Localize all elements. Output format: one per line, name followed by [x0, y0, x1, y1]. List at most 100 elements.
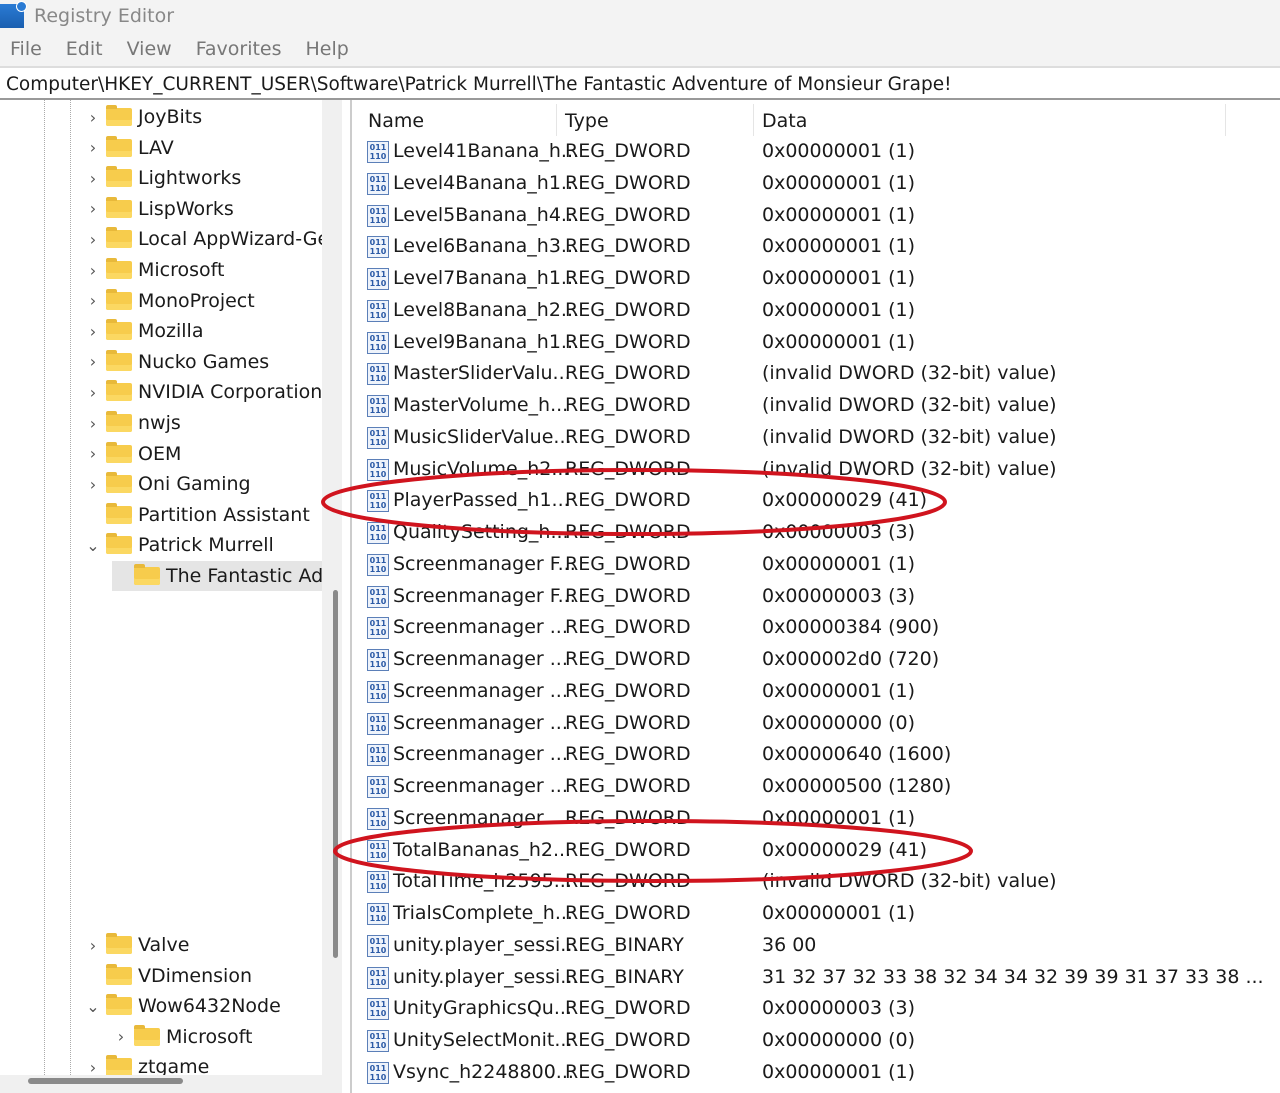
value-name: Level41Banana_h...	[393, 140, 580, 162]
column-header-name[interactable]: Name	[360, 104, 557, 136]
value-name: unity.player_sessi...	[393, 965, 579, 988]
value-row[interactable]: 011 110 Screenmanager F... REG_DWORD 0x00000…	[360, 582, 1280, 613]
value-row[interactable]: 011 110 Level7Banana_h1... REG_DWORD 0x00000…	[360, 264, 1280, 295]
chevron-right-icon[interactable]: ›	[84, 261, 102, 280]
value-row[interactable]: 011 110 TrialsComplete_h... REG_DWORD 0x0000…	[360, 899, 1280, 930]
tree-vertical-scrollbar[interactable]	[333, 590, 338, 958]
value-row[interactable]: 011 110 MasterSliderValu... REG_DWORD (inval…	[360, 359, 1280, 390]
folder-icon	[134, 564, 160, 585]
menu-help[interactable]: Help	[306, 38, 349, 60]
menu-favorites[interactable]: Favorites	[196, 38, 282, 60]
value-row[interactable]: 011 110 Screenmanager F... REG_DWORD 0x00000…	[360, 550, 1280, 581]
tree-item[interactable]: › Valve	[84, 930, 189, 960]
tree-item[interactable]: ⌄ Wow6432Node	[84, 991, 281, 1021]
value-row[interactable]: 011 110 TotalTime_h2595... REG_DWORD (invali…	[360, 867, 1280, 898]
folder-icon	[106, 441, 132, 463]
tree-item[interactable]: › NVIDIA Corporation	[84, 377, 322, 407]
value-row[interactable]: 011 110 Level41Banana_h... REG_DWORD 0x00000…	[360, 137, 1280, 168]
value-row[interactable]: 011 110 TotalBananas_h2... REG_DWORD 0x00000…	[360, 836, 1280, 867]
value-row[interactable]: 011 110 UnitySelectMonit... REG_DWORD 0x0000…	[360, 1026, 1280, 1057]
chevron-right-icon[interactable]: ›	[84, 352, 102, 371]
value-row[interactable]: 011 110 unity.player_sessi... REG_BINARY 31 …	[360, 963, 1280, 994]
value-data: 0x00000384 (900)	[762, 616, 940, 639]
menu-view[interactable]: View	[127, 38, 172, 60]
value-name: TrialsComplete_h...	[393, 902, 573, 924]
value-row[interactable]: 011 110 Screenmanager ... REG_DWORD 0x000000…	[360, 804, 1280, 835]
tree-item[interactable]: › LispWorks	[84, 194, 234, 224]
value-type: REG_DWORD	[565, 298, 691, 321]
tree-item[interactable]: › MonoProject	[84, 286, 255, 316]
chevron-right-icon[interactable]: ›	[84, 414, 102, 433]
binary-value-icon: 011 110	[367, 903, 389, 925]
value-data: 0x00000000 (0)	[762, 1029, 915, 1051]
tree-item[interactable]: › Microsoft	[112, 1022, 252, 1052]
value-row[interactable]: 011 110 UnityGraphicsQu... REG_DWORD 0x00000…	[360, 994, 1280, 1025]
value-row[interactable]: 011 110 Level5Banana_h4... REG_DWORD 0x00000…	[360, 201, 1280, 232]
chevron-right-icon[interactable]: ›	[84, 1058, 102, 1075]
chevron-right-icon[interactable]: ›	[84, 199, 102, 218]
chevron-right-icon[interactable]: ›	[84, 291, 102, 310]
chevron-down-icon[interactable]: ⌄	[84, 997, 102, 1016]
value-row[interactable]: 011 110 MusicVolume_h2... REG_DWORD (invalid…	[360, 455, 1280, 486]
tree-item[interactable]: VDimension	[84, 961, 252, 991]
column-header-data[interactable]: Data	[754, 104, 1226, 136]
tree-item[interactable]: › LAV	[84, 133, 174, 163]
binary-value-icon: 011 110	[367, 299, 389, 322]
chevron-right-icon[interactable]: ›	[84, 322, 102, 341]
tree-item[interactable]: › nwjs	[84, 408, 181, 438]
chevron-right-icon[interactable]: ›	[84, 169, 102, 188]
tree-item[interactable]: › Local AppWizard-Generated Applications	[84, 224, 322, 254]
value-row[interactable]: 011 110 Screenmanager ... REG_DWORD 0x000006…	[360, 740, 1280, 771]
chevron-right-icon[interactable]: ›	[84, 936, 102, 955]
chevron-down-icon[interactable]: ⌄	[84, 536, 102, 555]
tree-item[interactable]: The Fantastic Adventure of Monsieur Grap…	[112, 561, 322, 591]
chevron-right-icon[interactable]: ›	[84, 230, 102, 249]
value-row[interactable]: 011 110 Level8Banana_h2... REG_DWORD 0x00000…	[360, 296, 1280, 327]
address-bar[interactable]: Computer\HKEY_CURRENT_USER\Software\Patr…	[0, 66, 1280, 100]
value-row[interactable]: 011 110 QualitySetting_h... REG_DWORD 0x0000…	[360, 518, 1280, 549]
value-name: Vsync_h2248800...	[393, 1060, 574, 1083]
value-row[interactable]: 011 110 unity.player_sessi... REG_BINARY 36 …	[360, 931, 1280, 962]
menu-edit[interactable]: Edit	[66, 38, 103, 60]
value-row[interactable]: 011 110 Screenmanager ... REG_DWORD 0x000002…	[360, 645, 1280, 676]
tree-item[interactable]: Partition Assistant	[84, 500, 310, 530]
value-row[interactable]: 011 110 Level4Banana_h1... REG_DWORD 0x00000…	[360, 169, 1280, 200]
column-header-type[interactable]: Type	[557, 104, 754, 136]
value-type: REG_DWORD	[565, 521, 691, 543]
value-type: REG_DWORD	[565, 171, 691, 194]
tree-item[interactable]: › OEM	[84, 439, 181, 469]
value-row[interactable]: 011 110 Level9Banana_h1... REG_DWORD 0x00000…	[360, 328, 1280, 359]
chevron-right-icon[interactable]: ›	[84, 444, 102, 463]
value-row[interactable]: 011 110 Screenmanager ... REG_DWORD 0x000005…	[360, 772, 1280, 803]
chevron-right-icon[interactable]: ›	[84, 475, 102, 494]
tree-item[interactable]: › Mozilla	[84, 316, 203, 346]
chevron-right-icon[interactable]: ›	[84, 138, 102, 157]
chevron-right-icon[interactable]: ›	[84, 383, 102, 402]
value-row[interactable]: 011 110 MusicSliderValue... REG_DWORD (inval…	[360, 423, 1280, 454]
tree-item[interactable]: ⌄ Patrick Murrell	[84, 530, 274, 560]
menu-file[interactable]: File	[10, 38, 42, 60]
registry-editor-icon	[0, 1, 27, 28]
tree-horizontal-scrollbar[interactable]	[28, 1078, 183, 1084]
value-row[interactable]: 011 110 Screenmanager ... REG_DWORD 0x000000…	[360, 709, 1280, 740]
tree-item[interactable]: › Microsoft	[84, 255, 224, 285]
value-row[interactable]: 011 110 MasterVolume_h... REG_DWORD (invalid…	[360, 391, 1280, 422]
pane-splitter[interactable]	[350, 100, 358, 1093]
value-row[interactable]: 011 110 PlayerPassed_h1... REG_DWORD 0x00000…	[360, 486, 1280, 517]
value-row[interactable]: 011 110 Vsync_h2248800... REG_DWORD 0x000000…	[360, 1058, 1280, 1089]
value-row[interactable]: 011 110 Screenmanager ... REG_DWORD 0x000003…	[360, 613, 1280, 644]
tree-item[interactable]: › Lightworks	[84, 163, 241, 193]
tree-item-label: Microsoft	[166, 1025, 253, 1048]
value-type: REG_DWORD	[565, 616, 691, 639]
tree-item-label: Patrick Murrell	[138, 534, 274, 557]
tree-item[interactable]: › Oni Gaming	[84, 469, 251, 499]
folder-icon	[134, 1024, 160, 1046]
tree-item[interactable]: › ztgame	[84, 1052, 209, 1075]
value-row[interactable]: 011 110 Level6Banana_h3... REG_DWORD 0x00000…	[360, 232, 1280, 263]
chevron-right-icon[interactable]: ›	[84, 108, 102, 127]
value-row[interactable]: 011 110 Screenmanager ... REG_DWORD 0x000000…	[360, 677, 1280, 708]
tree-item[interactable]: › Nucko Games	[84, 347, 269, 377]
chevron-right-icon[interactable]: ›	[112, 1027, 130, 1046]
tree-item[interactable]: › JoyBits	[84, 102, 202, 132]
value-type: REG_DWORD	[565, 997, 691, 1020]
